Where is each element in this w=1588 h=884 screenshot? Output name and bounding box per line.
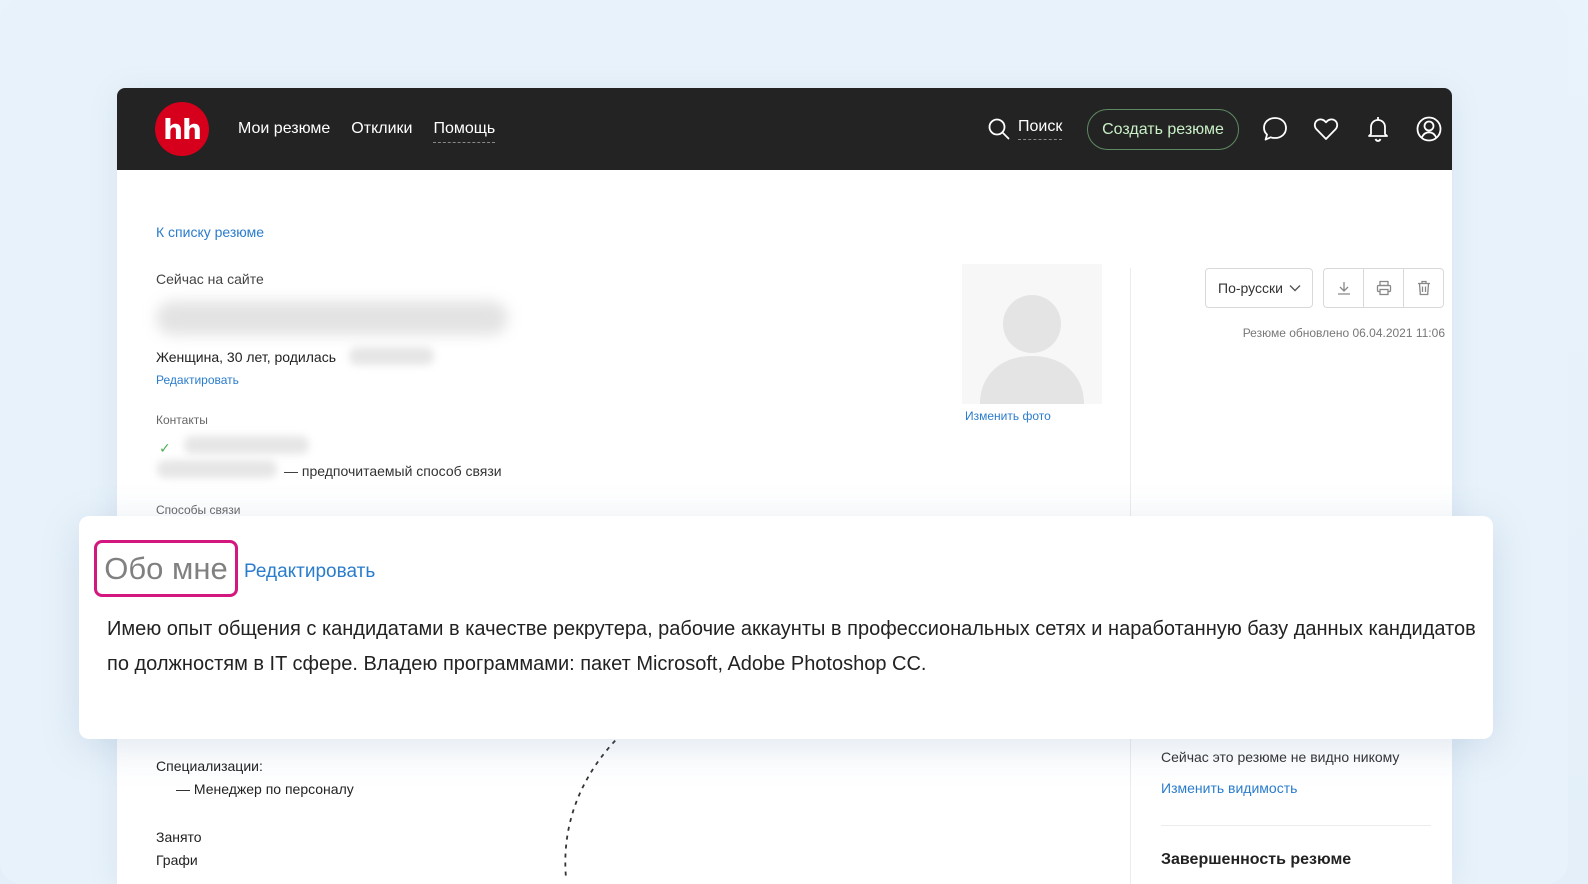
language-value: По-русски <box>1218 280 1283 296</box>
dashed-connector <box>564 723 634 879</box>
nav-responses[interactable]: Отклики <box>351 119 412 143</box>
blurred-email <box>157 460 277 478</box>
online-status: Сейчас на сайте <box>156 271 264 287</box>
create-resume-button[interactable]: Создать резюме <box>1087 109 1239 150</box>
change-photo-link[interactable]: Изменить фото <box>965 409 1051 423</box>
back-to-resumes-link[interactable]: К списку резюме <box>156 224 264 240</box>
gender-age: Женщина, 30 лет, родилась <box>156 349 337 365</box>
resume-updated-text: Резюме обновлено 06.04.2021 11:06 <box>1242 326 1445 340</box>
nav-help[interactable]: Помощь <box>433 119 496 143</box>
edit-about-link[interactable]: Редактировать <box>244 561 375 583</box>
visibility-status: Сейчас это резюме не видно никому <box>1161 749 1400 765</box>
bell-icon[interactable] <box>1364 115 1392 143</box>
print-icon <box>1376 280 1391 296</box>
print-button[interactable] <box>1364 269 1404 307</box>
download-button[interactable] <box>1324 269 1364 307</box>
chevron-down-icon <box>1289 285 1301 292</box>
avatar[interactable] <box>962 264 1102 404</box>
about-me-card: Обо мне Редактировать Имею опыт общения … <box>79 516 1493 739</box>
language-select[interactable]: По-русски <box>1205 268 1313 308</box>
main-nav: Мои резюме Отклики Помощь <box>238 119 496 143</box>
resume-actions-group <box>1323 268 1444 308</box>
completeness-title: Завершенность резюме <box>1161 851 1352 868</box>
nav-my-resumes[interactable]: Мои резюме <box>238 119 330 143</box>
sidebar-divider <box>1161 825 1431 826</box>
preferred-contact-text: — предпочитаемый способ связи <box>284 463 502 479</box>
contact-ways-label: Способы связи <box>156 503 241 517</box>
check-icon: ✓ <box>159 440 171 456</box>
blurred-phone <box>184 436 309 454</box>
chat-icon[interactable] <box>1261 115 1289 143</box>
trash-icon <box>1417 280 1430 296</box>
avatar-placeholder-icon <box>980 295 1084 404</box>
search-icon <box>988 118 1010 140</box>
change-visibility-link[interactable]: Изменить видимость <box>1161 780 1297 796</box>
download-icon <box>1337 282 1350 295</box>
edit-personal-link[interactable]: Редактировать <box>156 373 239 387</box>
about-me-text: Имею опыт общения с кандидатами в качест… <box>107 618 1476 675</box>
employment-label: Занято <box>156 829 202 845</box>
top-navigation-bar: hh Мои резюме Отклики Помощь Поиск Созда… <box>117 88 1452 170</box>
specializations-label: Специализации: <box>156 758 263 774</box>
blurred-birthdate <box>349 347 434 365</box>
search-label: Поиск <box>1018 118 1063 140</box>
heart-icon[interactable] <box>1312 115 1340 143</box>
blurred-full-name <box>156 301 508 335</box>
specialization-item: — Менеджер по персоналу <box>176 781 354 797</box>
hh-logo[interactable]: hh <box>155 102 209 156</box>
contacts-label: Контакты <box>156 413 208 427</box>
search-button[interactable]: Поиск <box>988 118 1063 140</box>
delete-button[interactable] <box>1404 269 1443 307</box>
user-icon[interactable] <box>1415 115 1443 143</box>
schedule-label: Графи <box>156 852 198 868</box>
about-me-title: Обо мне <box>94 540 238 597</box>
browser-window: hh Мои резюме Отклики Помощь Поиск Созда… <box>117 88 1452 884</box>
